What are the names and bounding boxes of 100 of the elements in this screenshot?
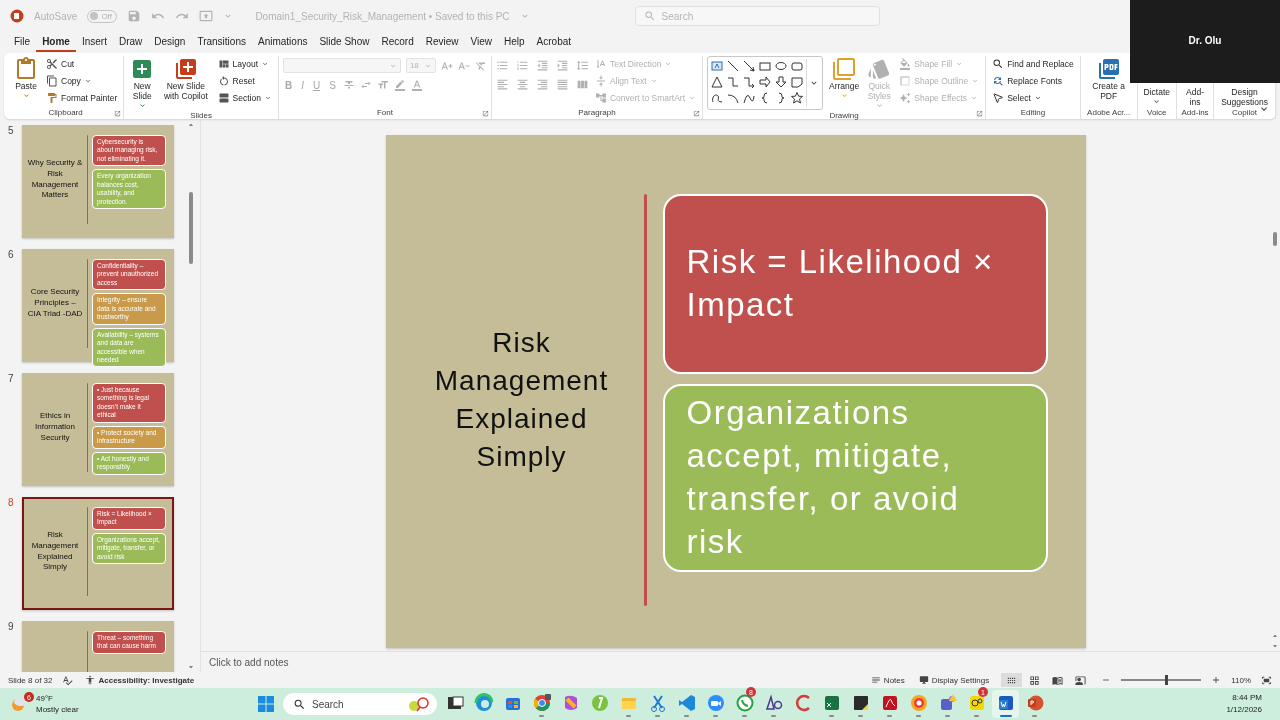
slide-number: 6 bbox=[7, 249, 15, 260]
accessibility-button[interactable]: Accessibility: Investigate bbox=[83, 675, 197, 685]
app-icon bbox=[908, 693, 929, 713]
menu-tab[interactable]: Insert bbox=[75, 32, 113, 52]
group-label: Adobe Acr... bbox=[1087, 108, 1131, 119]
search-icon bbox=[293, 697, 306, 711]
pen-outline-icon bbox=[899, 75, 912, 87]
font-color-icon[interactable] bbox=[410, 79, 423, 91]
dialog-launcher-icon[interactable] bbox=[114, 110, 122, 117]
ribbon-button[interactable]: New Slide with Copilot bbox=[160, 56, 212, 102]
triangle-icon[interactable] bbox=[710, 75, 724, 89]
zoom-thumb[interactable] bbox=[1165, 675, 1169, 685]
participant-name: Dr. Olu bbox=[1188, 35, 1222, 46]
arrow-line-icon[interactable] bbox=[742, 59, 756, 73]
ribbon-button[interactable]: Design Suggestions bbox=[1218, 86, 1271, 108]
ribbon-button[interactable]: Arrange bbox=[827, 56, 862, 101]
connector-arrow-icon[interactable] bbox=[742, 75, 756, 89]
ribbon-button[interactable]: Dictate bbox=[1141, 86, 1173, 107]
menu-tab[interactable]: Acrobat bbox=[530, 32, 578, 52]
menu-tab[interactable]: View bbox=[464, 32, 498, 52]
decrease-indent-icon[interactable] bbox=[535, 59, 549, 72]
app-icon bbox=[734, 693, 755, 713]
bullets-icon[interactable] bbox=[495, 59, 509, 72]
view-button[interactable] bbox=[1001, 673, 1023, 687]
change-case-icon[interactable] bbox=[376, 79, 389, 91]
character-spacing-icon[interactable] bbox=[359, 79, 372, 91]
ribbon-button[interactable]: Replace Fonts bbox=[990, 73, 1076, 89]
ribbon-button[interactable]: Find and Replace bbox=[990, 56, 1076, 72]
ribbon-button[interactable]: Select bbox=[990, 90, 1076, 106]
menu-tab[interactable]: Review bbox=[419, 32, 465, 52]
star-icon[interactable] bbox=[790, 91, 804, 105]
fit-slide-icon[interactable] bbox=[1261, 674, 1272, 686]
menu-tab[interactable]: File bbox=[8, 32, 37, 52]
app-icon bbox=[473, 693, 494, 713]
dialog-launcher-icon[interactable] bbox=[481, 110, 489, 117]
ribbon-button[interactable]: Paste bbox=[12, 56, 40, 101]
menu-tab[interactable]: Design bbox=[148, 32, 192, 52]
menu-tab[interactable]: Animations bbox=[251, 32, 314, 52]
strikethrough-icon[interactable] bbox=[342, 79, 355, 91]
app-icon bbox=[763, 693, 784, 713]
present-icon[interactable] bbox=[199, 9, 214, 23]
ribbon-button[interactable]: New Slide bbox=[128, 56, 157, 111]
windows-logo-icon[interactable] bbox=[257, 695, 275, 713]
app-icon bbox=[589, 693, 610, 713]
menu-tab[interactable]: Home bbox=[36, 32, 76, 52]
ribbon-button[interactable]: Add-ins bbox=[1181, 86, 1210, 108]
save-icon[interactable] bbox=[127, 9, 142, 23]
spelling-icon[interactable] bbox=[62, 674, 74, 686]
group-label: Slides bbox=[190, 111, 212, 120]
notes-button[interactable]: Notes bbox=[868, 675, 907, 685]
group-label: Clipboard bbox=[48, 108, 83, 119]
group-label: Copilot bbox=[1232, 108, 1257, 119]
highlighter-icon[interactable] bbox=[393, 79, 406, 91]
taskbar-search[interactable]: Search bbox=[283, 693, 437, 715]
dialog-launcher-icon[interactable] bbox=[693, 110, 700, 117]
caret-icon bbox=[1152, 97, 1162, 106]
increase-indent-icon[interactable] bbox=[555, 59, 569, 72]
caret-icon bbox=[839, 91, 849, 100]
font-name-field[interactable] bbox=[282, 58, 401, 73]
menu-tab[interactable]: Record bbox=[375, 32, 420, 52]
line-icon[interactable] bbox=[726, 59, 740, 73]
presenter-icon bbox=[1075, 674, 1087, 686]
document-title: Domain1_Security_Risk_Management • Saved to this PC bbox=[255, 10, 510, 22]
align-left-icon[interactable] bbox=[495, 78, 509, 91]
menu-tab[interactable]: Transitions bbox=[191, 32, 252, 52]
taskbar-app-button[interactable] bbox=[992, 690, 1019, 718]
clipboard-icon bbox=[14, 57, 38, 81]
menu-tab[interactable]: Slide Show bbox=[313, 32, 376, 52]
menu-tab[interactable]: Draw bbox=[112, 32, 149, 52]
ribbon-button[interactable]: Reset bbox=[215, 73, 274, 89]
align-center-icon[interactable] bbox=[515, 78, 529, 91]
numbering-icon[interactable] bbox=[515, 59, 529, 72]
freeform-icon[interactable] bbox=[710, 91, 724, 105]
ribbon-button[interactable]: Layout bbox=[215, 56, 274, 72]
justify-icon[interactable] bbox=[555, 78, 569, 91]
ribbon-button[interactable]: Format Painter bbox=[44, 90, 120, 106]
group-label: Drawing bbox=[829, 111, 859, 120]
autosave-label: AutoSave bbox=[34, 10, 78, 22]
slide-sparkle-icon bbox=[173, 57, 198, 81]
textbox-icon[interactable] bbox=[710, 59, 724, 73]
columns-icon[interactable] bbox=[575, 78, 589, 91]
slide-title: Risk Management Explained Simply bbox=[30, 529, 80, 574]
display-settings-button[interactable]: Display Settings bbox=[916, 675, 992, 685]
line-spacing-icon[interactable] bbox=[575, 59, 589, 72]
menu-tab[interactable]: Help bbox=[498, 32, 531, 52]
dialog-launcher-icon[interactable] bbox=[976, 110, 984, 117]
folded-shape-icon[interactable] bbox=[790, 75, 804, 89]
ribbon-button[interactable]: Cut bbox=[44, 56, 120, 72]
right-arrow-icon[interactable] bbox=[758, 75, 772, 89]
ribbon-button[interactable]: Create a PDF bbox=[1084, 56, 1133, 102]
down-arrow-icon[interactable] bbox=[774, 75, 788, 89]
ribbon-button[interactable]: Copy bbox=[44, 73, 120, 89]
ribbon-button[interactable]: Section bbox=[215, 90, 274, 106]
slide-title: Why Security & Risk Management Matters bbox=[27, 157, 83, 202]
arc-icon[interactable] bbox=[726, 91, 740, 105]
oval-icon[interactable] bbox=[774, 59, 788, 73]
rounded-rectangle-icon[interactable] bbox=[790, 59, 804, 73]
layout-icon bbox=[217, 58, 230, 70]
weather-icon[interactable] bbox=[10, 695, 30, 713]
align-right-icon[interactable] bbox=[535, 78, 549, 91]
